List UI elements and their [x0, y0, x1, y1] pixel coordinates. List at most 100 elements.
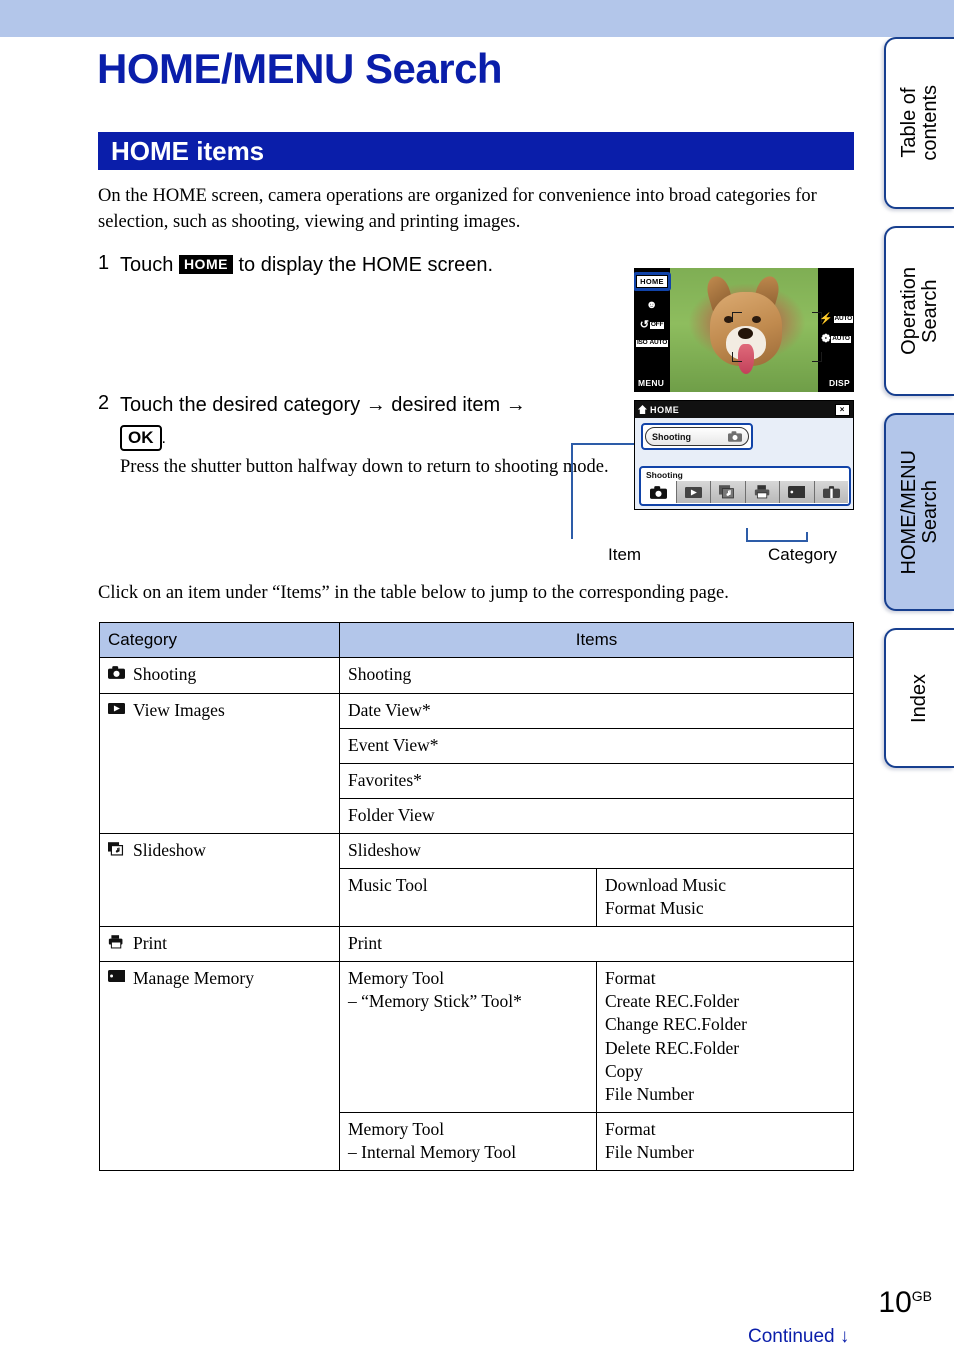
category-icon-view-images[interactable]	[675, 481, 710, 503]
category-icon-manage-memory[interactable]	[779, 481, 814, 503]
table-cell-category: Print	[99, 926, 340, 963]
step-1-text-before: Touch	[120, 254, 174, 276]
table-header-items: Items	[339, 621, 854, 659]
sidebar-tab-label: Operation Search	[897, 267, 941, 355]
table-row: Slideshow Slideshow	[99, 832, 854, 928]
category-icon-settings[interactable]	[813, 481, 848, 503]
print-icon	[108, 935, 123, 949]
step-2: 2 Touch the desired category → desired i…	[98, 392, 618, 480]
table-cell-item[interactable]: Music Tool	[339, 867, 597, 928]
home-badge-icon: HOME	[178, 255, 233, 275]
category-icon-slideshow[interactable]	[710, 481, 745, 503]
shooting-icon	[108, 666, 125, 680]
sidebar-tab-label: Table of contents	[897, 85, 941, 161]
view-images-icon	[108, 702, 125, 714]
page-number-value: 10	[878, 1286, 912, 1319]
close-icon[interactable]: ×	[834, 403, 850, 416]
lcd-left-controls: HOME ☻ ↺ OFF ISO AUTO	[634, 268, 671, 392]
lcd-disp-button[interactable]: DISP	[829, 378, 850, 388]
category-label: View Images	[133, 699, 225, 720]
ok-badge-icon: OK	[120, 425, 162, 451]
sidebar-tab-table-of-contents[interactable]: Table of contents	[884, 37, 954, 209]
table-cell-item[interactable]: Print	[339, 926, 854, 963]
step-2-note: Press the shutter button halfway down to…	[120, 456, 609, 477]
step-2-ok-row: OK.	[120, 425, 618, 451]
intro-paragraph: On the HOME screen, camera operations ar…	[98, 186, 817, 233]
step-1-text-after: to display the HOME screen.	[238, 254, 494, 276]
sidebar-tab-index[interactable]: Index	[884, 628, 954, 768]
home-category-bar: Shooting	[639, 466, 851, 506]
category-icon-print[interactable]	[744, 481, 779, 503]
table-cell-category: View Images	[99, 692, 340, 834]
table-cell-detail: Download Music Format Music	[596, 867, 854, 928]
step-2-number: 2	[98, 392, 110, 414]
caption-category: Category	[768, 545, 837, 564]
step-2-line1: Touch the desired category → desired ite…	[120, 394, 526, 416]
table-cell-category: Manage Memory	[99, 961, 340, 1172]
home-category-label: Shooting	[646, 470, 683, 480]
table-cell-item[interactable]: Shooting	[339, 657, 854, 694]
self-timer-icon[interactable]: ↺ OFF	[640, 320, 665, 331]
macro-icon[interactable]: ❁ AUTO	[821, 334, 851, 345]
af-frame-icon	[732, 352, 742, 362]
step-2-period: .	[161, 430, 166, 447]
table-cell-item[interactable]: Favorites*	[339, 762, 854, 799]
table-row: Print Print	[99, 926, 854, 963]
table-row: View Images Date View*	[99, 692, 854, 834]
lcd-right-controls: ⚡ AUTO ❁ AUTO	[818, 268, 854, 392]
camera-illustration: HOME ☻ ↺ OFF ISO AUTO ⚡ AUTO ❁ AUTO MENU DIS…	[634, 268, 854, 510]
lcd-menu-button[interactable]: MENU	[638, 378, 664, 388]
sidebar-tab-label: Index	[908, 673, 931, 723]
table-cell-item[interactable]: Date View*	[339, 692, 854, 729]
table-cell-detail: Format Create REC.Folder Change REC.Fold…	[596, 961, 854, 1113]
caption-item: Item	[608, 545, 642, 564]
sidebar-tab-home-menu-search[interactable]: HOME/MENU Search	[884, 413, 954, 611]
category-label: Slideshow	[133, 839, 206, 860]
house-icon	[638, 405, 647, 414]
flash-icon[interactable]: ⚡ AUTO	[819, 314, 853, 325]
home-menu-screen: HOME × Shooting Shooting	[634, 400, 854, 510]
step-1: 1 Touch HOME to display the HOME screen.	[98, 252, 618, 279]
sidebar-tab-operation-search[interactable]: Operation Search	[884, 226, 954, 396]
item-leader-vertical	[571, 443, 573, 539]
home-items-table: Category Items Shooting Shooting View Im…	[99, 621, 854, 1172]
home-item-shooting[interactable]: Shooting	[645, 427, 749, 446]
home-menu-titlebar: HOME ×	[635, 401, 853, 418]
step-1-text: Touch HOME to display the HOME screen.	[120, 252, 493, 279]
home-item-label: Shooting	[652, 431, 691, 442]
table-cell-category: Shooting	[99, 657, 340, 694]
continued-link[interactable]: Continued ↓	[748, 1326, 849, 1348]
page-number: 10GB	[878, 1286, 932, 1320]
category-leader-drop	[806, 532, 808, 542]
table-cell-item[interactable]: Slideshow	[339, 832, 854, 870]
table-cell-item[interactable]: Memory Tool – Internal Memory Tool	[339, 1111, 597, 1172]
af-frame-icon	[732, 312, 742, 322]
step-1-number: 1	[98, 252, 110, 274]
iso-icon[interactable]: ISO AUTO	[635, 339, 669, 347]
category-icon-shooting[interactable]	[642, 481, 676, 503]
section-heading-label: HOME items	[111, 135, 265, 166]
top-color-band	[0, 0, 954, 37]
page-title: HOME/MENU Search	[97, 45, 503, 92]
table-cell-item[interactable]: Folder View	[339, 797, 854, 834]
lcd-home-button-label: HOME	[636, 275, 668, 288]
table-row: Shooting Shooting	[99, 657, 854, 694]
home-item-highlight: Shooting	[641, 423, 753, 450]
slideshow-icon	[108, 842, 124, 856]
category-label: Print	[133, 933, 168, 954]
sample-photo	[670, 268, 822, 392]
page-number-suffix: GB	[911, 1288, 932, 1304]
shooting-screen: HOME ☻ ↺ OFF ISO AUTO ⚡ AUTO ❁ AUTO MENU DIS…	[634, 268, 854, 392]
table-cell-item[interactable]: Event View*	[339, 727, 854, 764]
table-cell-detail: Format File Number	[596, 1111, 854, 1172]
table-row: Manage Memory Memory Tool – “Memory Stic…	[99, 961, 854, 1172]
category-label: Shooting	[133, 664, 197, 685]
table-body: Shooting Shooting View Images Date View*…	[99, 657, 854, 1172]
table-cell-item[interactable]: Memory Tool – “Memory Stick” Tool*	[339, 961, 597, 1113]
shooting-icon	[728, 431, 742, 442]
manage-memory-icon	[108, 970, 125, 983]
sidebar-tab-label: HOME/MENU Search	[897, 449, 941, 575]
lcd-home-button[interactable]: HOME	[634, 272, 671, 291]
table-cell-category: Slideshow	[99, 832, 340, 928]
smile-shutter-icon[interactable]: ☻	[646, 300, 658, 311]
